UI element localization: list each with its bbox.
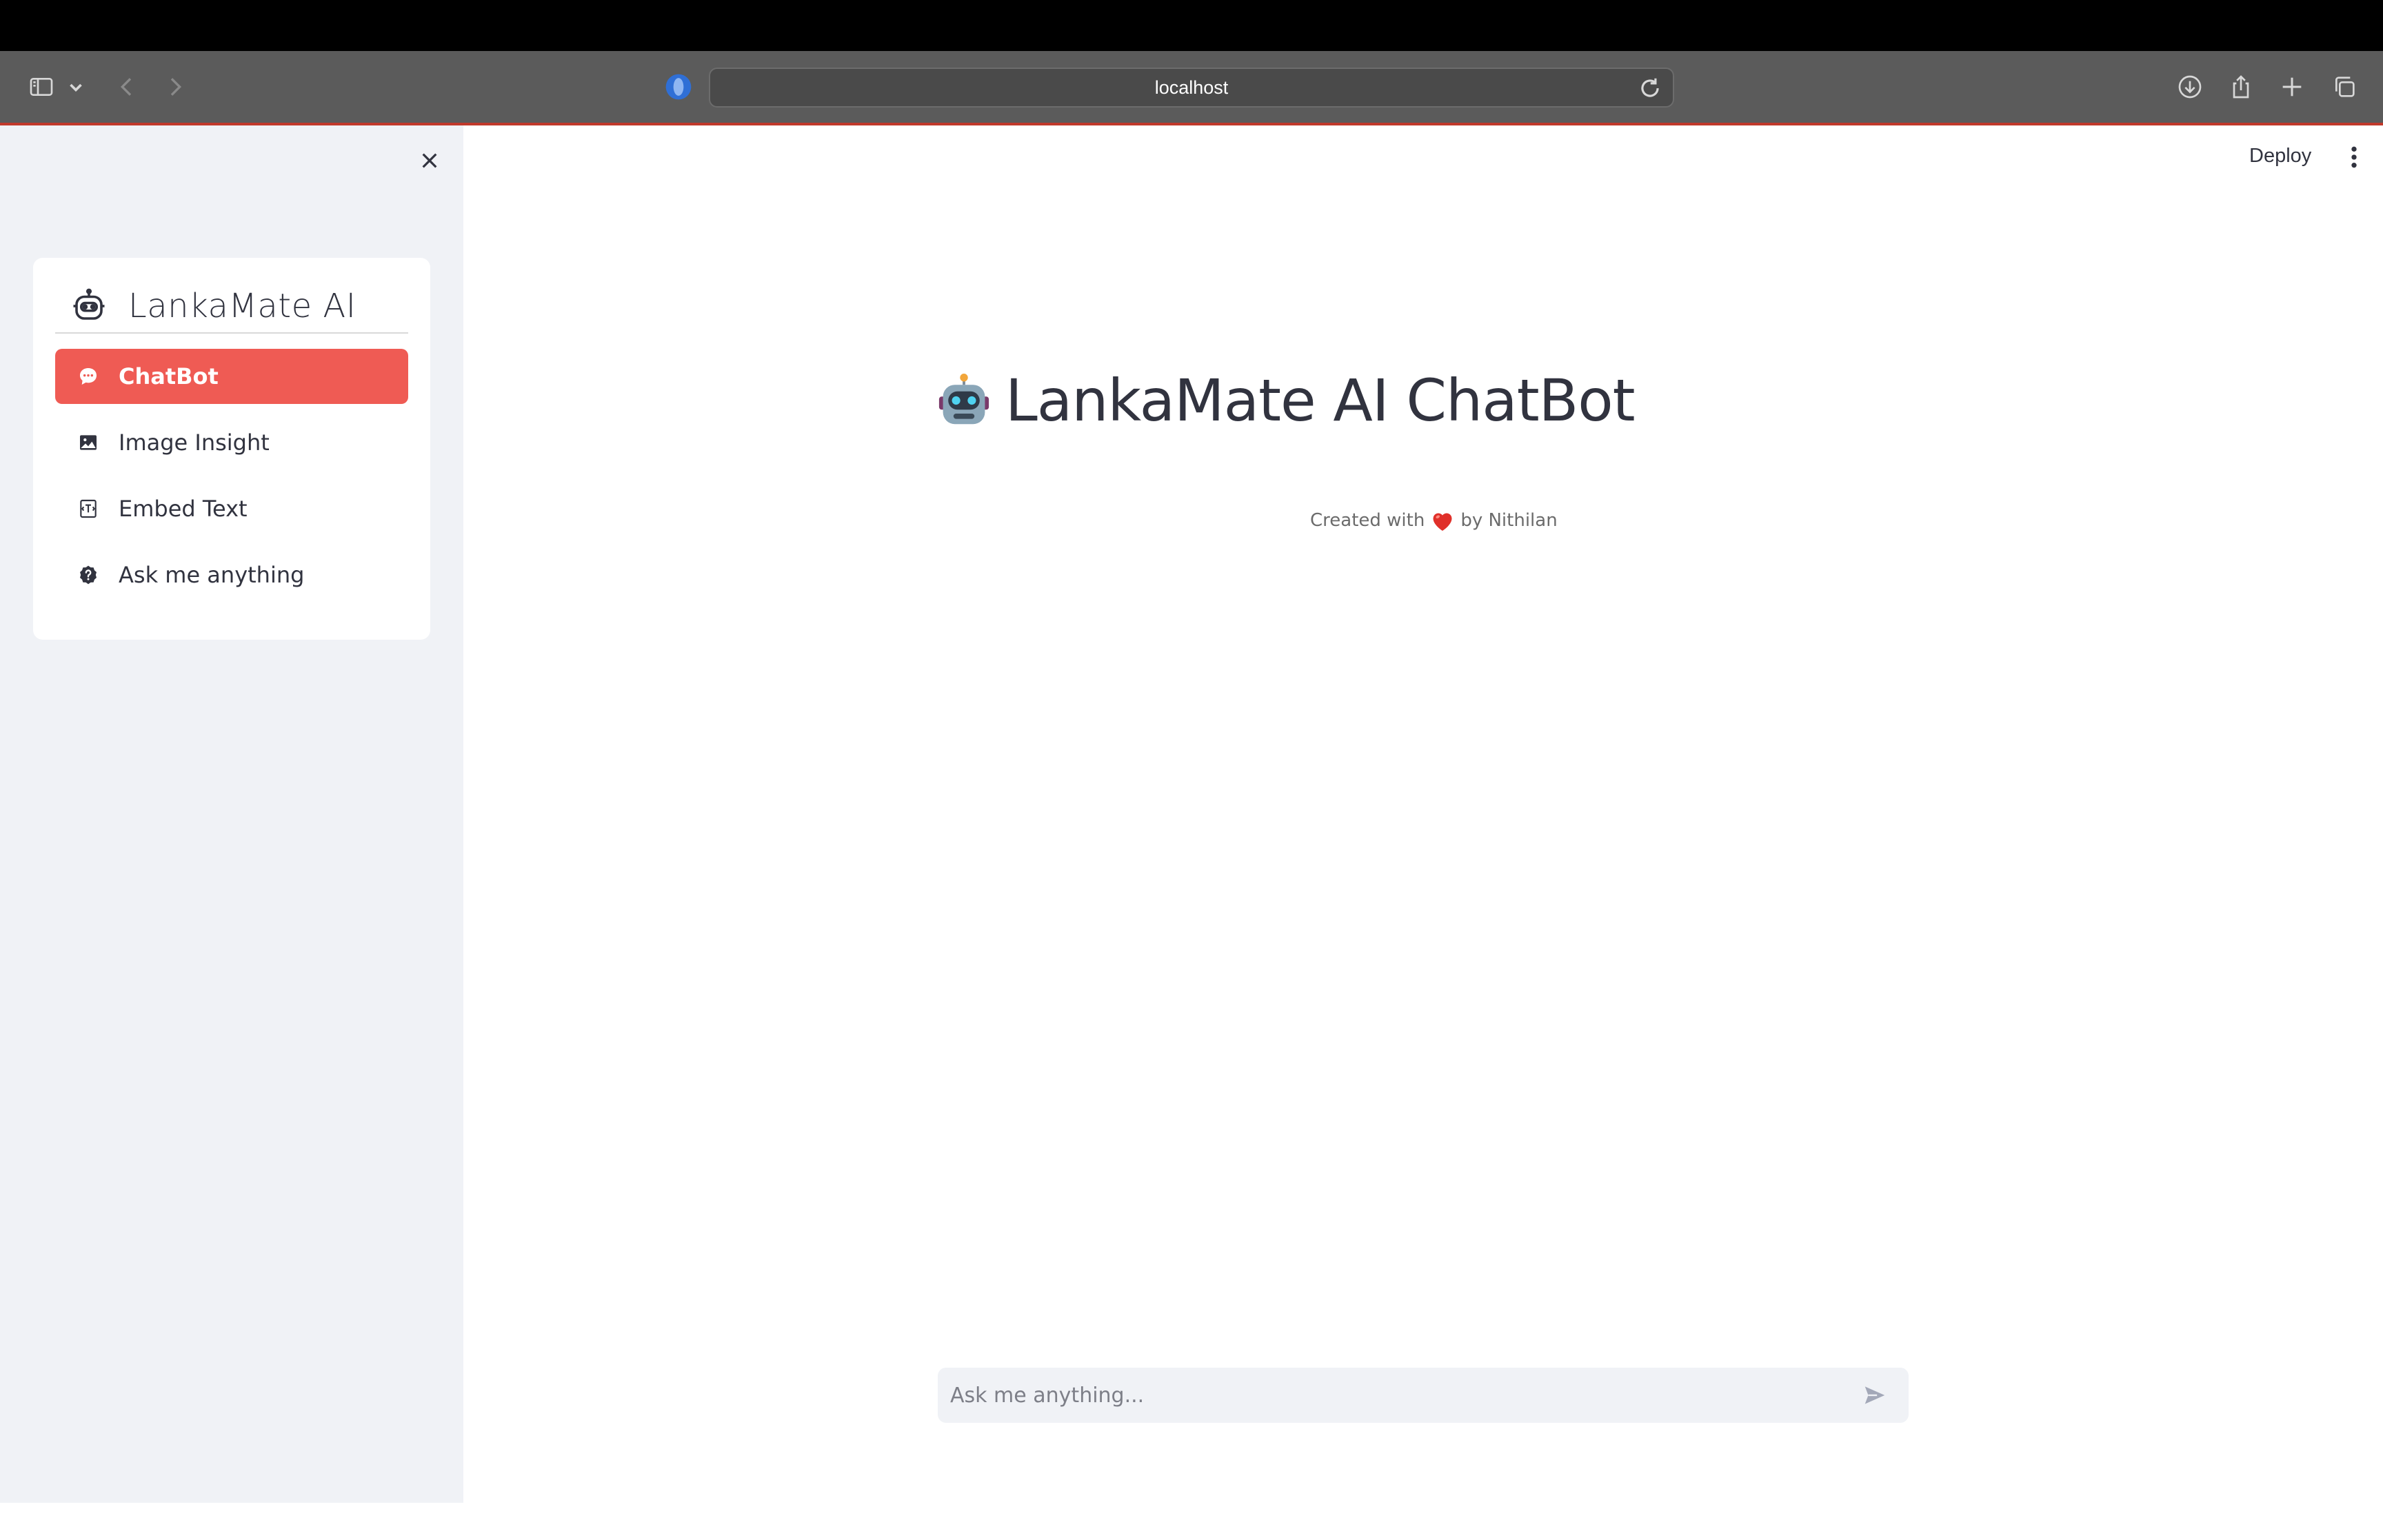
heart-icon (1433, 513, 1452, 531)
system-menu-bar (0, 0, 2383, 51)
browser-toolbar: localhost (0, 51, 2383, 125)
forward-icon[interactable] (156, 68, 194, 106)
image-icon (76, 430, 101, 455)
close-icon (422, 153, 437, 168)
send-icon (1864, 1386, 1885, 1404)
menu-item-label: Image Insight (119, 429, 270, 456)
robot-face-icon (938, 374, 989, 425)
credit-line: Created with by Nithilan (1310, 509, 1558, 532)
credit-suffix: by Nithilan (1460, 510, 1558, 531)
menu-item-label: ChatBot (119, 363, 219, 389)
reload-icon[interactable] (1637, 75, 1663, 101)
deploy-button[interactable]: Deploy (2249, 145, 2311, 168)
menu-title: LankaMate AI (128, 287, 356, 325)
tab-overview-icon[interactable] (2325, 68, 2364, 106)
chat-input-container (938, 1368, 1909, 1423)
sidebar: LankaMate AI ChatBot Image Insight Embed… (0, 125, 463, 1503)
send-button[interactable] (1858, 1378, 1892, 1412)
url-text: localhost (1154, 77, 1229, 98)
page-title: LankaMate AI ChatBot (938, 367, 1636, 434)
credit-prefix: Created with (1310, 510, 1425, 531)
chat-input[interactable] (938, 1382, 1858, 1408)
privacy-shield-icon[interactable] (663, 72, 694, 102)
menu-item-label: Ask me anything (119, 562, 305, 588)
menu-list: ChatBot Image Insight Embed Text Ask me … (55, 349, 408, 602)
back-icon[interactable] (108, 68, 146, 106)
menu-header: LankaMate AI (55, 280, 408, 334)
embed-text-icon (76, 496, 101, 521)
menu-item-ask-me-anything[interactable]: Ask me anything (55, 547, 408, 602)
downloads-icon[interactable] (2171, 68, 2209, 106)
sidebar-toggle-icon[interactable] (22, 68, 61, 106)
chevron-down-icon[interactable] (63, 68, 88, 106)
menu-item-chatbot[interactable]: ChatBot (55, 349, 408, 404)
menu-item-image-insight[interactable]: Image Insight (55, 415, 408, 470)
close-sidebar-button[interactable] (412, 143, 447, 178)
address-bar[interactable]: localhost (709, 68, 1674, 108)
menu-item-embed-text[interactable]: Embed Text (55, 481, 408, 536)
navigation-menu: LankaMate AI ChatBot Image Insight Embed… (33, 258, 430, 640)
share-icon[interactable] (2222, 68, 2260, 106)
robot-icon (73, 288, 105, 320)
main-content: Deploy LankaMate AI ChatBot Created with… (463, 125, 2383, 1540)
chat-bubble-icon (76, 364, 101, 389)
new-tab-icon[interactable] (2273, 68, 2311, 106)
sidebar-footer-strip (0, 1503, 461, 1540)
more-options-icon[interactable] (2344, 143, 2364, 171)
page-title-text: LankaMate AI ChatBot (1005, 367, 1636, 434)
question-circle-icon (76, 563, 101, 587)
menu-item-label: Embed Text (119, 496, 248, 522)
